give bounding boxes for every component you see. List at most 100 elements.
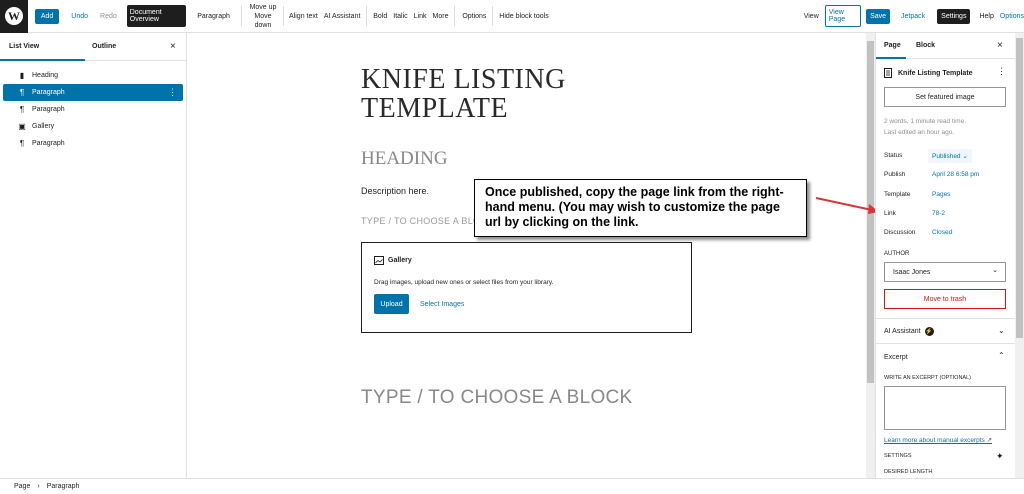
view-button[interactable]: View	[804, 13, 819, 20]
status-label: Status	[884, 152, 903, 159]
status-value: Published	[932, 153, 961, 160]
chevron-right-icon: ›	[37, 483, 40, 490]
close-icon[interactable]: ×	[997, 40, 1003, 51]
bookmark-icon: ▮	[19, 71, 25, 80]
paragraph-block[interactable]: Description here.	[361, 186, 429, 196]
instruction-callout: Once published, copy the page link from …	[474, 179, 807, 237]
move-to-trash-button[interactable]: Move to trash	[884, 289, 1006, 309]
block-type-button[interactable]: Paragraph	[197, 13, 230, 20]
block-options-button[interactable]: Options	[462, 13, 486, 20]
list-item-label: Gallery	[32, 123, 55, 130]
tab-page[interactable]: Page	[884, 42, 901, 49]
permalink-link[interactable]: 78-2	[932, 210, 945, 217]
excerpt-label: WRITE AN EXCERPT (OPTIONAL)	[884, 375, 971, 381]
empty-block-placeholder[interactable]: TYPE / TO CHOOSE A BLO	[361, 216, 480, 226]
discussion-label: Discussion	[884, 229, 916, 236]
excerpt-help-link[interactable]: Learn more about manual excerpts ↗	[884, 436, 992, 444]
breadcrumb-paragraph[interactable]: Paragraph	[47, 483, 80, 490]
settings-button[interactable]: Settings	[937, 8, 971, 24]
status-dropdown[interactable]: Published ⌄	[928, 149, 972, 163]
paragraph-icon: ¶	[19, 105, 25, 114]
sidebar-scrollbar[interactable]	[1015, 33, 1024, 478]
chevron-down-icon[interactable]: ⌄	[998, 326, 1005, 335]
discussion-link[interactable]: Closed	[932, 229, 952, 236]
toolbar-divider	[283, 6, 285, 26]
tab-outline[interactable]: Outline	[92, 43, 116, 50]
document-title-row: Knife Listing Template	[884, 68, 973, 78]
options-menu-button[interactable]: Options	[1000, 13, 1024, 20]
template-link[interactable]: Pages	[932, 191, 950, 198]
jetpack-button[interactable]: Jetpack	[901, 13, 925, 20]
publish-date-link[interactable]: April 28 6:58 pm	[932, 171, 979, 178]
document-actions-icon[interactable]: ⋮	[997, 66, 1006, 77]
sparkle-icon[interactable]: ✦	[996, 451, 1004, 462]
gallery-icon	[374, 256, 384, 265]
ai-assistant-button[interactable]: AI Assistant	[324, 13, 361, 20]
move-up-button[interactable]: Move up	[248, 3, 278, 12]
last-edited-text: Last edited an hour ago.	[884, 129, 955, 136]
paragraph-icon: ¶	[19, 139, 25, 148]
breadcrumb: Page › Paragraph	[0, 478, 1024, 494]
page-title[interactable]: KNIFE LISTING TEMPLATE	[361, 65, 621, 123]
save-button[interactable]: Save	[866, 8, 891, 24]
bold-button[interactable]: Bold	[373, 13, 387, 20]
tab-block[interactable]: Block	[916, 42, 935, 49]
italic-button[interactable]: Italic	[393, 13, 407, 20]
active-tab-indicator	[0, 59, 85, 61]
desired-length-label: DESIRED LENGTH	[884, 469, 933, 475]
ai-assistant-label: AI Assistant	[884, 328, 921, 335]
paragraph-icon: ¶	[19, 88, 25, 97]
gallery-block-title: Gallery	[374, 256, 412, 265]
select-images-link[interactable]: Select Images	[420, 301, 464, 308]
list-item-paragraph-selected[interactable]: ¶ Paragraph ⋮	[3, 84, 183, 101]
chevron-down-icon: ⌄	[992, 267, 998, 274]
gallery-block[interactable]: Gallery Drag images, upload new ones or …	[361, 242, 692, 333]
author-value: Isaac Jones	[893, 268, 931, 276]
jetpack-icon: ⚡	[924, 327, 934, 336]
redo-button[interactable]: Redo	[100, 13, 117, 20]
link-button[interactable]: Link	[414, 13, 427, 20]
list-view-tabs: List View Outline ×	[0, 33, 186, 61]
heading-block[interactable]: HEADING	[361, 148, 448, 170]
help-button[interactable]: Help	[979, 13, 993, 20]
wordpress-logo[interactable]: W	[0, 0, 29, 33]
close-icon[interactable]: ×	[170, 41, 176, 52]
list-item-paragraph[interactable]: ¶ Paragraph	[0, 101, 186, 118]
canvas-scrollbar[interactable]	[866, 33, 875, 478]
align-text-button[interactable]: Align text	[289, 13, 318, 20]
editor-canvas: KNIFE LISTING TEMPLATE HEADING Descripti…	[188, 33, 865, 478]
gallery-icon: ▣	[18, 122, 26, 131]
sidebar-scroll-thumb[interactable]	[1016, 38, 1023, 338]
link-label: Link	[884, 210, 896, 217]
view-page-button[interactable]: View Page	[824, 5, 862, 27]
chevron-up-icon[interactable]: ⌃	[998, 351, 1005, 360]
breadcrumb-page[interactable]: Page	[14, 483, 30, 490]
list-item-label: Heading	[32, 72, 59, 79]
document-overview-button[interactable]: Document Overview	[126, 5, 187, 27]
excerpt-panel-title[interactable]: Excerpt	[884, 354, 908, 361]
undo-button[interactable]: Undo	[71, 13, 88, 20]
empty-block-placeholder[interactable]: TYPE / TO CHOOSE A BLOCK	[361, 387, 633, 409]
document-title: Knife Listing Template	[898, 69, 973, 77]
list-item-paragraph[interactable]: ¶ Paragraph	[0, 135, 186, 152]
list-item-label: Paragraph	[32, 106, 65, 113]
ai-assistant-panel-toggle[interactable]: AI Assistant ⚡	[884, 327, 934, 336]
upload-button[interactable]: Upload	[374, 294, 409, 314]
add-block-button[interactable]: Add	[34, 8, 60, 24]
list-item-gallery[interactable]: ▣ Gallery	[0, 118, 186, 135]
tab-list-view[interactable]: List View	[9, 43, 39, 50]
excerpt-textarea[interactable]	[884, 386, 1006, 430]
move-down-button[interactable]: Move down	[248, 12, 278, 30]
settings-sidebar: Page Block × Knife Listing Template ⋮ Se…	[875, 33, 1016, 478]
hide-block-tools-button[interactable]: Hide block tools	[499, 13, 548, 20]
more-options-icon[interactable]: ⋮	[168, 87, 177, 98]
settings-tabs: Page Block ×	[876, 33, 1015, 59]
author-select[interactable]: Isaac Jones ⌄	[884, 262, 1006, 282]
word-count-text: 2 words, 1 minute read time.	[884, 118, 967, 125]
wordpress-icon: W	[5, 7, 23, 25]
list-item-heading[interactable]: ▮ Heading	[0, 67, 186, 84]
toolbar-divider	[492, 6, 494, 26]
set-featured-image-button[interactable]: Set featured image	[884, 87, 1006, 107]
more-button[interactable]: More	[433, 13, 449, 20]
section-divider	[876, 318, 1016, 319]
